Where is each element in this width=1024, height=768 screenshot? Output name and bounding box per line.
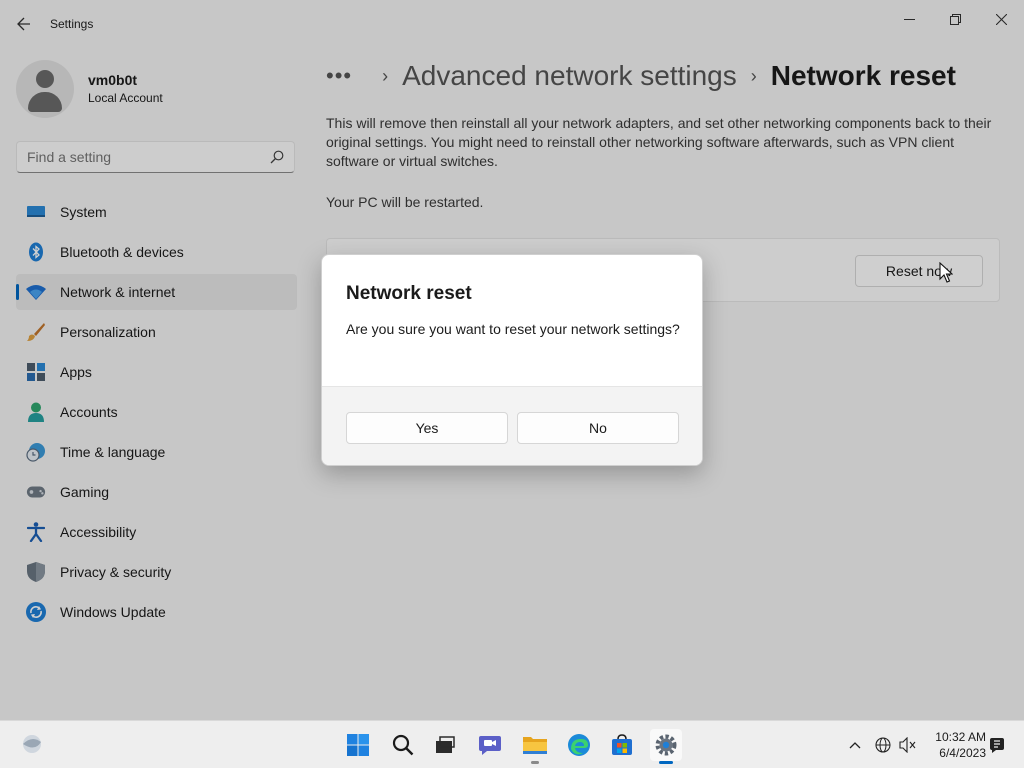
settings-icon[interactable] <box>650 729 682 764</box>
speaker-muted-icon[interactable] <box>898 735 918 755</box>
no-button[interactable]: No <box>517 412 679 444</box>
chat-icon[interactable] <box>474 729 506 761</box>
system-clock[interactable]: 10:32 AM 6/4/2023 <box>924 729 986 761</box>
chevron-up-icon[interactable] <box>845 735 865 755</box>
edge-icon[interactable] <box>563 729 595 761</box>
dialog-footer: Yes No <box>322 386 702 465</box>
dialog-title: Network reset <box>346 283 472 304</box>
widgets-icon[interactable] <box>20 731 46 757</box>
task-view-icon[interactable] <box>429 729 461 761</box>
file-explorer-icon[interactable] <box>519 729 551 764</box>
notification-icon[interactable] <box>987 735 1007 755</box>
clock-time: 10:32 AM <box>935 730 986 744</box>
mouse-cursor-icon <box>939 262 953 283</box>
clock-date: 6/4/2023 <box>939 746 986 760</box>
globe-network-icon[interactable] <box>873 735 893 755</box>
start-icon[interactable] <box>342 729 374 761</box>
store-icon[interactable] <box>606 729 638 761</box>
network-reset-dialog: Network reset Are you sure you want to r… <box>321 254 703 466</box>
dialog-message: Are you sure you want to reset your netw… <box>346 321 680 337</box>
taskbar: 10:32 AM 6/4/2023 <box>0 720 1024 768</box>
search-icon[interactable] <box>387 729 419 761</box>
yes-button[interactable]: Yes <box>346 412 508 444</box>
